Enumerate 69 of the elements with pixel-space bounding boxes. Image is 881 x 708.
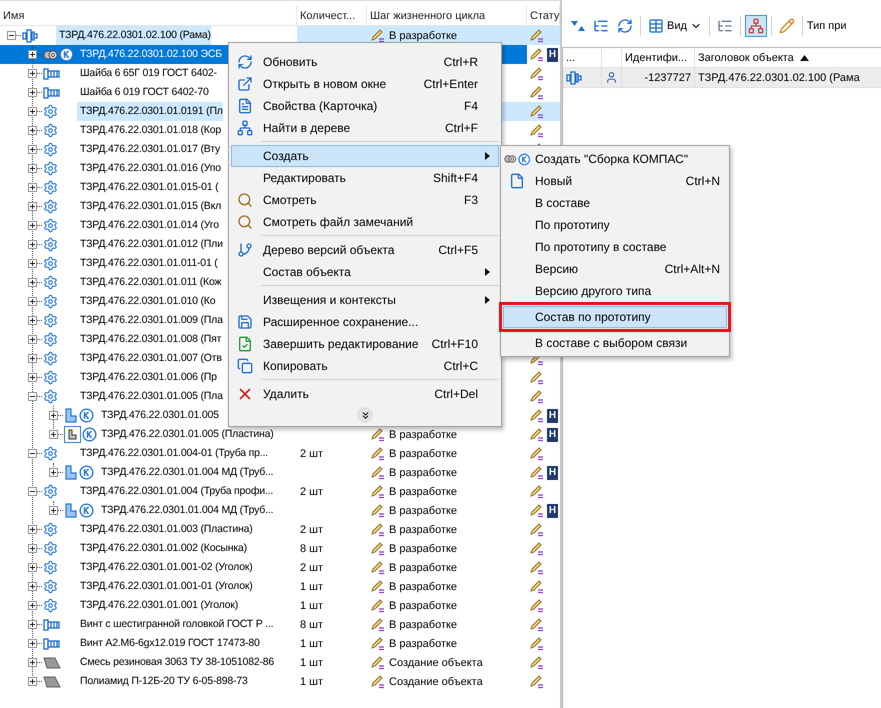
item-name: ТЗРД.476.22.0301.02.100 ЭСБ [79,47,222,62]
quantity-text: 2 шт [300,448,324,460]
quantity-text: 1 шт [300,580,324,592]
lifecycle-step: В разработке [389,486,458,498]
item-name: Шайба 6 019 ГОСТ 6402-70 [79,85,209,100]
item-name: ТЗРД.476.22.0301.01.011 (Кож [79,275,222,290]
status-badge: Н [547,504,558,518]
item-name: ТЗРД.476.22.0301.01.002 (Косынка) [79,541,247,556]
quantity-text: 1 шт [300,638,324,650]
item-name: ТЗРД.476.22.0301.01.011-01 ( [79,256,218,271]
item-name: ТЗРД.476.22.0301.01.015-01 ( [79,180,218,195]
quantity-text: 1 шт [300,676,324,688]
lifecycle-step: В разработке [389,600,458,612]
lifecycle-step: В разработке [389,448,458,460]
status-badge: Н [547,428,558,442]
item-name: ТЗРД.476.22.0301.01.004 (Труба профи... [79,484,274,499]
lifecycle-step: В разработке [389,562,458,574]
item-name: ТЗРД.476.22.0301.01.016 (Упо [79,161,221,176]
item-name: ТЗРД.476.22.0301.01.003 (Пластина) [79,522,253,537]
lifecycle-step: В разработке [389,618,458,630]
lifecycle-step: Создание объекта [389,656,483,668]
item-name: ТЗРД.476.22.0301.01.005 (Пластина) [100,427,274,442]
quantity-text: 1 шт [300,656,324,668]
item-name: ТЗРД.476.22.0301.01.004-01 (Труба пр... [79,446,268,461]
quantity-text: 8 шт [300,618,324,630]
item-name: ТЗРД.476.22.0301.01.001-02 (Уголок) [79,560,253,575]
lifecycle-step: Создание объекта [389,676,483,688]
lifecycle-step: В разработке [389,30,458,42]
quantity-text: 2 шт [300,486,324,498]
item-name: ТЗРД.476.22.0301.01.014 (Уго [79,218,219,233]
lifecycle-step: В разработке [389,638,458,650]
lifecycle-step: В разработке [389,466,458,478]
quantity-text: 2 шт [300,562,324,574]
object-id: -1237727 [644,72,691,84]
item-name: Винт с шестигранной головкой ГОСТ Р ... [79,617,274,632]
item-name: ТЗРД.476.22.0301.01.004 МД (Труб... [100,503,274,518]
item-name: Смесь резиновая 3063 ТУ 38-1051082-86 [79,655,274,670]
lifecycle-step: В разработке [389,428,458,440]
lifecycle-step: В разработке [389,542,458,554]
lifecycle-step: В разработке [389,580,458,592]
item-name: ТЗРД.476.22.0301.01.015 (Вкл [79,199,222,214]
item-name: Винт А2.М6-6gx12.019 ГОСТ 17473-80 [79,636,260,651]
item-name: ТЗРД.476.22.0301.01.009 (Пла [79,313,223,328]
item-name: ТЗРД.476.22.0301.01.001-01 (Уголок) [79,579,253,594]
item-name: ТЗРД.476.22.0301.01.001 (Уголок) [79,598,238,613]
item-name: ТЗРД.476.22.0301.01.0191 (Пл [77,102,223,121]
item-name: ТЗРД.476.22.0301.01.018 (Кор [79,123,222,138]
quantity-text: 8 шт [300,542,324,554]
item-name: ТЗРД.476.22.0301.01.005 (Пла [79,389,223,404]
item-name: ТЗРД.476.22.0301.01.010 (Ко [79,294,216,309]
object-title: ТЗРД.476.22.0301.02.100 (Рама [698,72,860,84]
lifecycle-step: В разработке [389,504,458,516]
quantity-text: 1 шт [300,600,324,612]
item-name: ТЗРД.476.22.0301.01.017 (Вту [79,142,220,157]
item-name: ТЗРД.476.22.0301.01.012 (Пли [79,237,223,252]
item-name: Шайба 6 65Г 019 ГОСТ 6402- [79,66,217,81]
item-name: ТЗРД.476.22.0301.01.006 (Пр [79,370,217,385]
type-label: Тип при [806,20,847,32]
item-name: ТЗРД.476.22.0301.01.005 [100,408,219,423]
lifecycle-step: В разработке [389,524,458,536]
item-name: ТЗРД.476.22.0301.01.007 (Отв [79,351,222,366]
item-name: ТЗРД.476.22.0301.02.100 (Рама) [56,26,211,45]
item-name: Полиамид П-12Б-20 ТУ 6-05-898-73 [79,674,248,689]
item-name: ТЗРД.476.22.0301.01.008 (Пят [79,332,222,347]
quantity-text: 2 шт [300,524,324,536]
status-badge: Н [547,48,558,62]
item-name: ТЗРД.476.22.0301.01.004 МД (Труб... [100,465,274,480]
status-badge: Н [547,408,558,422]
status-badge: Н [547,466,558,480]
